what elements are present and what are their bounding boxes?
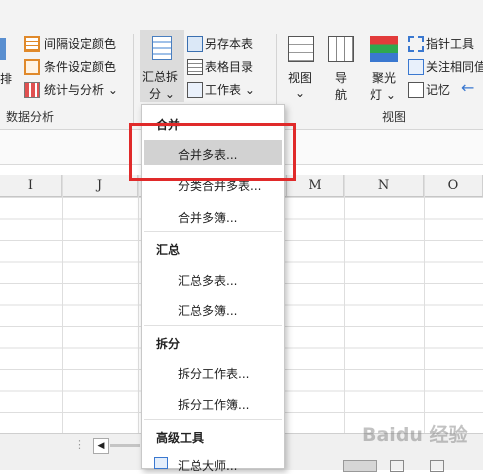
normal-view-icon[interactable] — [343, 460, 377, 472]
sheet-dir-icon — [187, 59, 203, 75]
menu-separator — [144, 325, 282, 326]
condition-color-icon — [24, 59, 40, 75]
partial-button-label[interactable]: 排 — [0, 70, 12, 87]
interval-color-button[interactable]: 间隔设定颜色 — [24, 35, 124, 53]
focus-same-icon — [408, 59, 424, 75]
column-header-j[interactable]: J — [62, 175, 138, 197]
section-split-heading: 拆分 — [156, 337, 181, 351]
spotlight-icon — [370, 36, 398, 62]
focus-same-label: 关注相同值 — [426, 60, 483, 74]
memory-button[interactable]: 记忆 — [408, 81, 458, 99]
stats-analysis-icon — [24, 82, 40, 98]
grid-line — [62, 175, 63, 433]
sheet-dir-label: 表格目录 — [205, 60, 254, 74]
stats-analysis-button[interactable]: 统计与分析 ⌄ — [24, 81, 124, 99]
page-break-icon[interactable] — [430, 460, 444, 472]
summary-master-icon — [154, 457, 168, 469]
worksheet-button[interactable]: 工作表 ⌄ — [187, 81, 267, 99]
menu-separator — [144, 419, 282, 420]
scroll-left-button[interactable]: ◀ — [93, 438, 109, 454]
focus-same-button[interactable]: 关注相同值 — [408, 58, 483, 76]
view-sub-label: ⌄ — [295, 86, 306, 100]
arrow-left-icon[interactable]: ← — [461, 78, 474, 97]
grid-line — [344, 175, 345, 433]
nav-label-2: 航 — [335, 88, 348, 102]
view-button[interactable]: 视图 ⌄ — [282, 36, 318, 102]
column-header-n[interactable]: N — [344, 175, 424, 197]
pointer-tool-button[interactable]: 指针工具 — [408, 35, 483, 53]
view-group-label: 视图 — [382, 110, 407, 124]
pointer-icon — [408, 36, 424, 52]
memory-icon — [408, 82, 424, 98]
menu-separator — [144, 231, 282, 232]
section-advanced-heading: 高级工具 — [156, 431, 205, 445]
section-summary-heading: 汇总 — [156, 243, 181, 257]
stats-analysis-label: 统计与分析 ⌄ — [44, 83, 118, 97]
menu-item-split-sheet[interactable]: 拆分工作表... — [178, 365, 249, 382]
memory-label: 记忆 — [426, 83, 451, 97]
data-analysis-group-label: 数据分析 — [6, 110, 55, 124]
column-header-o[interactable]: O — [424, 175, 483, 197]
summary-split-label-2: 分 ⌄ — [149, 87, 175, 101]
view-icon — [288, 36, 314, 62]
grid-line — [424, 175, 425, 433]
worksheet-icon — [187, 82, 203, 98]
condition-color-button[interactable]: 条件设定颜色 — [24, 58, 124, 76]
menu-item-split-workbook[interactable]: 拆分工作簿... — [178, 396, 249, 413]
spotlight-button[interactable]: 聚光 灯 ⌄ — [366, 36, 402, 102]
watermark: Baidu 经验 — [362, 424, 468, 446]
interval-color-icon — [24, 36, 40, 52]
horizontal-scrollbar[interactable] — [110, 444, 140, 447]
group-separator — [133, 34, 134, 124]
worksheet-label: 工作表 ⌄ — [205, 83, 255, 97]
annotation-highlight-box — [129, 123, 296, 181]
summary-split-label-1: 汇总拆 — [142, 70, 179, 84]
menu-item-summary-master[interactable]: 汇总大师... — [178, 457, 237, 474]
menu-item-summary-sheets[interactable]: 汇总多表... — [178, 272, 237, 289]
page-layout-icon[interactable] — [390, 460, 404, 472]
summary-split-button[interactable]: 汇总拆 分 ⌄ — [140, 30, 184, 102]
column-header-i[interactable]: I — [0, 175, 62, 197]
view-label: 视图 — [288, 71, 313, 85]
condition-color-label: 条件设定颜色 — [44, 60, 117, 74]
pointer-label: 指针工具 — [426, 37, 475, 51]
grid-line — [138, 175, 139, 433]
spotlight-label-2: 灯 ⌄ — [370, 88, 396, 102]
spotlight-label-1: 聚光 — [372, 71, 397, 85]
nav-grid-icon — [328, 36, 354, 62]
sheet-dir-button[interactable]: 表格目录 — [187, 58, 267, 76]
save-as-label: 另存本表 — [205, 37, 254, 51]
nav-button[interactable]: 导 航 — [326, 36, 358, 102]
menu-item-summary-workbooks[interactable]: 汇总多簿... — [178, 302, 237, 319]
scroll-dots-icon: ⋮ — [74, 438, 85, 451]
save-as-icon — [187, 36, 203, 52]
nav-label-1: 导 — [335, 71, 348, 85]
menu-item-merge-workbooks[interactable]: 合并多簿... — [178, 209, 237, 226]
save-as-button[interactable]: 另存本表 — [187, 35, 267, 53]
partial-icon — [0, 38, 6, 60]
interval-color-label: 间隔设定颜色 — [44, 37, 117, 51]
summary-split-icon — [152, 36, 172, 60]
